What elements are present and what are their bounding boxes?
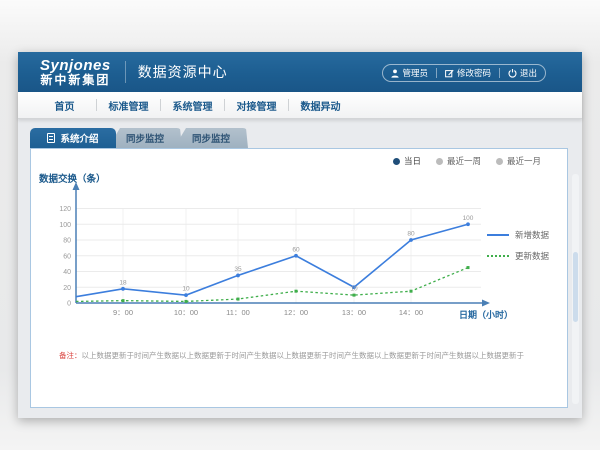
nav-item-standard-mgmt[interactable]: 标准管理 xyxy=(97,98,160,113)
header-divider xyxy=(125,61,126,83)
svg-text:120: 120 xyxy=(59,206,71,213)
legend-update-data-label: 更新数据 xyxy=(515,250,549,262)
radio-today[interactable]: 当日 xyxy=(393,155,421,167)
dotted-line-icon xyxy=(487,255,509,257)
tab-system-intro-label: 系统介绍 xyxy=(60,131,98,145)
user-icon xyxy=(391,69,399,78)
svg-text:40: 40 xyxy=(63,269,71,276)
svg-text:14：00: 14：00 xyxy=(399,308,423,317)
nav-item-system-mgmt[interactable]: 系统管理 xyxy=(161,98,224,113)
tab-bar: 系统介绍 同步监控 同步监控 xyxy=(30,128,248,148)
user-menu-admin-label: 管理员 xyxy=(402,67,428,79)
edit-icon xyxy=(445,69,454,78)
svg-text:13：00: 13：00 xyxy=(342,308,366,317)
user-menu: 管理员 修改密码 退出 xyxy=(382,64,546,82)
radio-last-week-label: 最近一周 xyxy=(447,155,481,167)
legend-item-new-data[interactable]: 新增数据 xyxy=(487,229,549,241)
svg-text:20: 20 xyxy=(63,285,71,292)
svg-text:10: 10 xyxy=(350,286,358,293)
company-logo: Synjones 新中新集团 xyxy=(40,58,111,86)
tab-sync-monitor-1-label: 同步监控 xyxy=(126,131,164,145)
svg-text:11：00: 11：00 xyxy=(226,308,250,317)
chart-legend: 新增数据 更新数据 xyxy=(487,229,549,262)
content-area: 系统介绍 同步监控 同步监控 当日 最近一周 xyxy=(18,119,582,418)
radio-dot-icon xyxy=(496,158,503,165)
svg-text:0: 0 xyxy=(67,301,71,308)
svg-text:60: 60 xyxy=(292,246,300,253)
tab-sync-monitor-2-label: 同步监控 xyxy=(192,131,230,145)
nav-item-home[interactable]: 首页 xyxy=(33,98,96,113)
line-chart: 0 20 40 60 80 100 120 9：00 10：00 11：00 12：00 13：00 1… xyxy=(31,149,569,409)
svg-text:35: 35 xyxy=(234,266,242,273)
footnote: 备注：以上数据更新于时间产生数据以上数据更新于时间产生数据以上数据更新于时间产生… xyxy=(59,350,524,361)
page-title: 数据资源中心 xyxy=(138,62,228,82)
app-window: Synjones 新中新集团 数据资源中心 管理员 修改密码 xyxy=(18,52,582,418)
y-axis-title: 数据交换（条） xyxy=(39,171,106,185)
logo-text-en: Synjones xyxy=(40,58,111,74)
tab-sync-monitor-2[interactable]: 同步监控 xyxy=(174,128,248,148)
svg-text:80: 80 xyxy=(407,231,415,238)
nav-item-data-change[interactable]: 数据异动 xyxy=(289,98,352,113)
footnote-text: 以上数据更新于时间产生数据以上数据更新于时间产生数据以上数据更新于时间产生数据以… xyxy=(82,351,525,360)
radio-dot-icon xyxy=(436,158,443,165)
legend-new-data-label: 新增数据 xyxy=(515,229,549,241)
svg-text:12：00: 12：00 xyxy=(284,308,308,317)
radio-today-label: 当日 xyxy=(404,155,421,167)
svg-text:10：00: 10：00 xyxy=(174,308,198,317)
footnote-prefix: 备注： xyxy=(59,351,82,360)
svg-text:80: 80 xyxy=(63,238,71,245)
change-password-label: 修改密码 xyxy=(457,67,491,79)
tab-sync-monitor-1[interactable]: 同步监控 xyxy=(108,128,182,148)
scrollbar-thumb[interactable] xyxy=(573,252,578,322)
solid-line-icon xyxy=(487,234,509,236)
logout-label: 退出 xyxy=(520,67,537,79)
logo-text-cn: 新中新集团 xyxy=(40,74,111,87)
svg-text:100: 100 xyxy=(59,222,71,229)
svg-text:10: 10 xyxy=(182,286,190,293)
radio-last-week[interactable]: 最近一周 xyxy=(436,155,481,167)
chart-panel: 当日 最近一周 最近一月 数据交换（条） 0 20 40 60 80 100 120 9：00… xyxy=(30,148,568,408)
main-nav: 首页 标准管理 系统管理 对接管理 数据异动 xyxy=(18,92,582,119)
change-password-button[interactable]: 修改密码 xyxy=(437,67,499,79)
tab-system-intro[interactable]: 系统介绍 xyxy=(30,128,116,148)
legend-item-update-data[interactable]: 更新数据 xyxy=(487,250,549,262)
nav-item-interface-mgmt[interactable]: 对接管理 xyxy=(225,98,288,113)
user-menu-admin[interactable]: 管理员 xyxy=(383,67,436,79)
svg-text:日期（小时）: 日期（小时） xyxy=(459,309,513,320)
svg-text:18: 18 xyxy=(119,279,127,286)
svg-text:9：00: 9：00 xyxy=(113,308,133,317)
document-icon xyxy=(47,133,55,143)
radio-last-month[interactable]: 最近一月 xyxy=(496,155,541,167)
logout-button[interactable]: 退出 xyxy=(500,67,545,79)
logout-icon xyxy=(508,69,517,78)
time-range-filter: 当日 最近一周 最近一月 xyxy=(393,155,541,167)
radio-last-month-label: 最近一月 xyxy=(507,155,541,167)
scrollbar-track[interactable] xyxy=(572,174,579,404)
radio-dot-icon xyxy=(393,158,400,165)
svg-text:60: 60 xyxy=(63,253,71,260)
svg-text:100: 100 xyxy=(463,215,474,222)
header-bar: Synjones 新中新集团 数据资源中心 管理员 修改密码 xyxy=(18,52,582,92)
